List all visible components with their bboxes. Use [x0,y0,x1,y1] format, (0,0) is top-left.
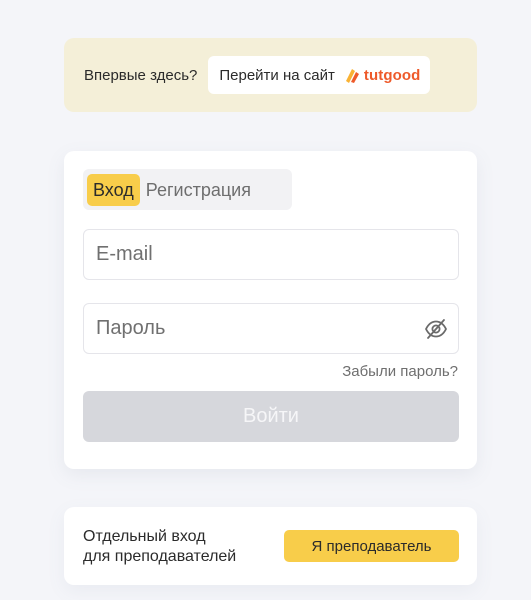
email-field[interactable] [84,230,458,279]
tutgood-logo-icon [345,68,359,83]
forgot-password-link[interactable]: Забыли пароль? [342,363,458,380]
tab-register[interactable]: Регистрация [140,174,257,206]
auth-card: Вход Регистрация Забыли пароль? Войти [64,151,477,469]
eye-off-icon[interactable] [424,318,448,340]
password-field[interactable] [84,304,458,353]
promo-banner: Впервые здесь? Перейти на сайт tutgood [64,38,477,112]
teacher-login-card: Отдельный вход для преподавателей Я преп… [64,507,477,585]
teacher-login-button[interactable]: Я преподаватель [284,530,459,562]
email-field-container [83,229,459,280]
tab-login[interactable]: Вход [87,173,140,206]
promo-question: Впервые здесь? [84,66,198,84]
brand-name: tutgood [363,66,421,84]
teacher-login-description: Отдельный вход для преподавателей [83,527,236,567]
password-field-container [83,303,459,354]
teacher-text-line-1: Отдельный вход [83,528,206,545]
go-to-site-button[interactable]: Перейти на сайт tutgood [208,56,431,94]
login-page: Впервые здесь? Перейти на сайт tutgood В… [0,0,531,600]
auth-tabs: Вход Регистрация [83,169,292,210]
teacher-text-line-2: для преподавателей [83,548,237,565]
go-to-site-label: Перейти на сайт [219,66,335,84]
brand-logo: tutgood [343,67,421,84]
login-button[interactable]: Войти [83,391,459,442]
